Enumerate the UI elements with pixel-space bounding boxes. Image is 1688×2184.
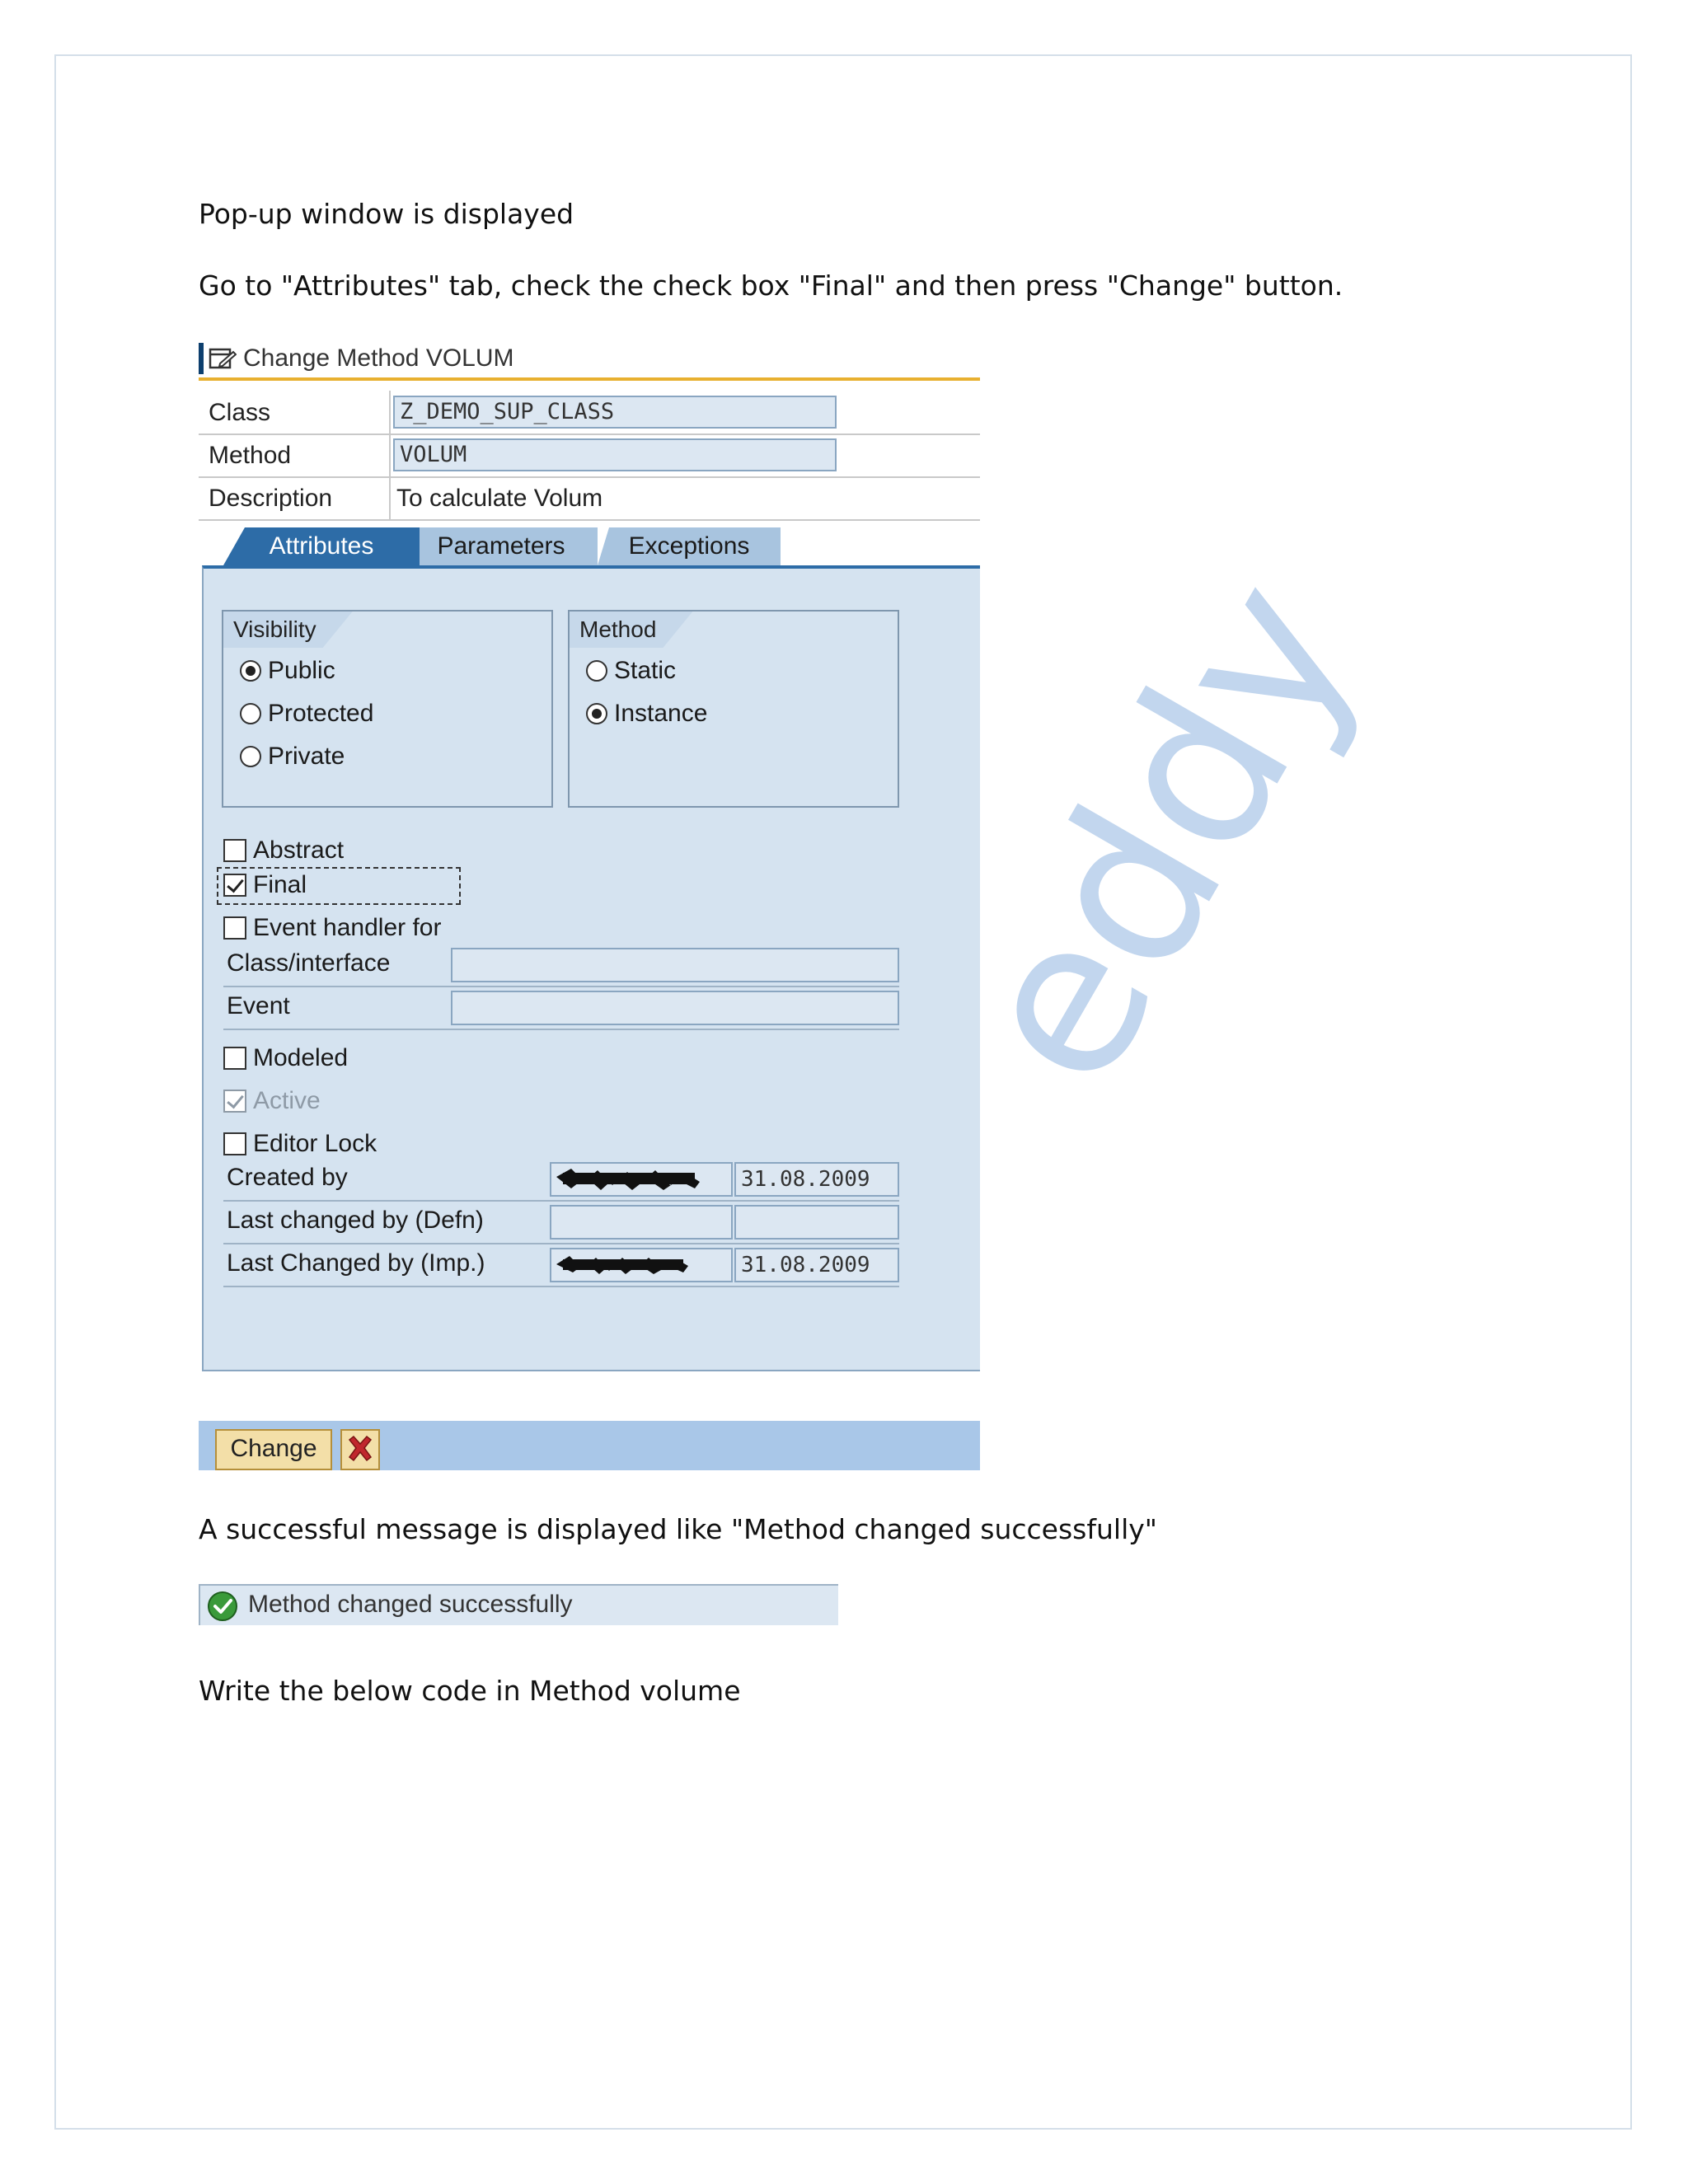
created-by-row: Created by 31.08.2009 — [223, 1159, 899, 1202]
tabstrip: Exceptions Parameters Attributes — [199, 523, 980, 565]
tab-parameters[interactable]: Parameters — [405, 527, 598, 565]
checkbox-icon[interactable] — [223, 1132, 246, 1155]
cancel-x-icon — [348, 1435, 373, 1462]
header-row-class: Class Z_DEMO_SUP_CLASS — [199, 391, 980, 435]
checkbox-label-abstract: Abstract — [253, 837, 345, 864]
header-separator — [389, 434, 391, 476]
last-changed-defn-date-field — [734, 1205, 899, 1240]
status-bar: Method changed successfully — [199, 1584, 838, 1625]
visibility-group-title: Visibility — [223, 612, 353, 648]
success-check-icon — [208, 1591, 237, 1621]
edit-window-icon — [209, 348, 237, 369]
radio-button-icon[interactable] — [586, 660, 607, 682]
checkbox-label-active: Active — [253, 1087, 321, 1114]
redacted-scribble-icon — [556, 1169, 700, 1190]
checkbox-icon[interactable] — [223, 839, 246, 862]
event-label: Event — [227, 992, 290, 1019]
header-row-method: Method VOLUM — [199, 434, 980, 478]
created-by-date-field: 31.08.2009 — [734, 1162, 899, 1197]
titlebar-accent — [199, 343, 204, 374]
cancel-button[interactable] — [340, 1429, 380, 1470]
class-interface-input[interactable] — [451, 948, 899, 982]
change-button[interactable]: Change — [215, 1429, 332, 1470]
change-method-dialog: Change Method VOLUM Class Z_DEMO_SUP_CLA… — [199, 340, 980, 1470]
last-changed-imp-label: Last Changed by (Imp.) — [227, 1249, 485, 1277]
method-group-title: Method — [570, 612, 692, 648]
last-changed-defn-row: Last changed by (Defn) — [223, 1202, 899, 1244]
tab-exceptions[interactable]: Exceptions — [598, 527, 781, 565]
method-type-group: Method Static Instance — [568, 610, 899, 808]
class-interface-label: Class/interface — [227, 949, 391, 977]
radio-button-icon[interactable] — [240, 703, 261, 724]
radio-label-private: Private — [268, 743, 345, 770]
radio-label-instance: Instance — [614, 700, 708, 727]
class-label: Class — [209, 399, 271, 426]
dialog-footer: Change — [199, 1421, 980, 1470]
dialog-titlebar: Change Method VOLUM — [199, 340, 980, 381]
visibility-group: Visibility Public Protected Private — [222, 610, 553, 808]
last-changed-defn-user-field — [550, 1205, 733, 1240]
paragraph-write-code: Write the below code in Method volume — [199, 1675, 741, 1707]
checkbox-disabled-icon — [223, 1090, 246, 1113]
header-separator — [389, 476, 391, 519]
paragraph-popup-displayed: Pop-up window is displayed — [199, 198, 574, 230]
header-row-description: Description To calculate Volum — [199, 476, 980, 521]
last-changed-imp-row: Last Changed by (Imp.) 31.08.2009 — [223, 1244, 899, 1287]
status-message: Method changed successfully — [248, 1591, 573, 1618]
created-by-label: Created by — [227, 1164, 348, 1191]
checkbox-label-final: Final — [253, 871, 307, 898]
event-row: Event — [223, 987, 899, 1030]
checkbox-label-event-handler: Event handler for — [253, 914, 442, 941]
description-label: Description — [209, 485, 333, 512]
radio-label-static: Static — [614, 657, 677, 684]
last-changed-defn-label: Last changed by (Defn) — [227, 1207, 484, 1234]
tab-attributes[interactable]: Attributes — [223, 527, 420, 565]
attributes-panel: Visibility Public Protected Private Meth… — [202, 565, 980, 1371]
method-field[interactable]: VOLUM — [393, 438, 837, 471]
radio-button-icon[interactable] — [586, 703, 607, 724]
checkbox-label-modeled: Modeled — [253, 1044, 349, 1071]
checkbox-label-editor-lock: Editor Lock — [253, 1130, 377, 1157]
method-label: Method — [209, 442, 292, 469]
header-separator — [389, 391, 391, 434]
description-value[interactable]: To calculate Volum — [396, 485, 603, 513]
checkbox-checked-icon[interactable] — [223, 874, 246, 897]
radio-button-icon[interactable] — [240, 746, 261, 767]
checkbox-icon[interactable] — [223, 1047, 246, 1070]
class-field[interactable]: Z_DEMO_SUP_CLASS — [393, 396, 837, 429]
checkbox-icon[interactable] — [223, 916, 246, 940]
radio-button-icon[interactable] — [240, 660, 261, 682]
last-changed-imp-date-field: 31.08.2009 — [734, 1248, 899, 1282]
event-input[interactable] — [451, 991, 899, 1025]
radio-label-public: Public — [268, 657, 335, 684]
redacted-scribble-icon — [556, 1256, 688, 1274]
class-interface-row: Class/interface — [223, 944, 899, 987]
dialog-title: Change Method VOLUM — [243, 344, 514, 372]
radio-label-protected: Protected — [268, 700, 374, 727]
paragraph-success-message: A successful message is displayed like "… — [199, 1513, 1157, 1545]
paragraph-instructions: Go to "Attributes" tab, check the check … — [199, 269, 1343, 302]
